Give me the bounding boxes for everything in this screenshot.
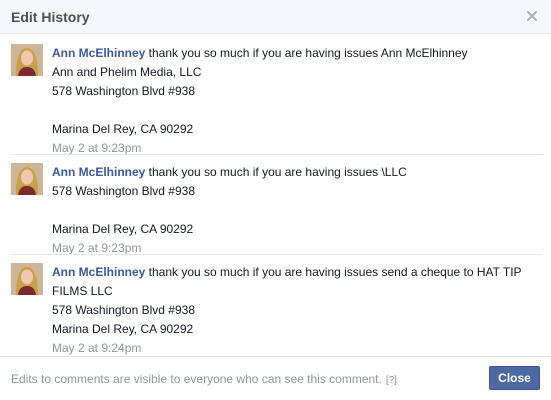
divider [10,254,543,255]
timestamp[interactable]: May 2 at 9:23pm [52,139,542,158]
comment-text: thank you so much if you are having issu… [145,265,522,279]
comment-text: thank you so much if you are having issu… [145,165,407,179]
comment-text: thank you so much if you are having issu… [145,46,468,60]
author-link[interactable]: Ann McElhinney [52,265,145,279]
avatar[interactable] [11,44,43,76]
dialog-title: Edit History [11,9,90,25]
footer-note: Edits to comments are visible to everyon… [11,372,397,386]
comment-line: Marina Del Rey, CA 90292 [52,222,194,236]
comment-line: Marina Del Rey, CA 90292 [52,122,194,136]
avatar[interactable] [11,163,43,195]
footer-note-text: Edits to comments are visible to everyon… [11,372,382,386]
avatar[interactable] [11,263,43,295]
divider [10,154,543,155]
help-link[interactable]: [?] [386,375,397,386]
comment-line [52,201,542,220]
comment-line: 578 Washington Blvd #938 [52,184,195,198]
comment-line: Marina Del Rey, CA 90292 [52,322,194,336]
edit-history-dialog: Edit History Ann McElhinney thank you so… [0,0,551,400]
comment-line: 578 Washington Blvd #938 [52,303,195,317]
comment-line: Ann and Phelim Media, LLC [52,65,202,79]
timestamp[interactable]: May 2 at 9:23pm [52,239,542,258]
dialog-footer: Edits to comments are visible to everyon… [0,356,551,400]
comment-line: FILMS LLC [52,284,113,298]
author-link[interactable]: Ann McElhinney [52,165,145,179]
close-button[interactable]: Close [489,366,540,390]
comment-line: 578 Washington Blvd #938 [52,84,195,98]
comment-line [52,101,542,120]
author-link[interactable]: Ann McElhinney [52,46,145,60]
close-icon[interactable] [525,9,539,23]
dialog-header: Edit History [0,0,551,34]
